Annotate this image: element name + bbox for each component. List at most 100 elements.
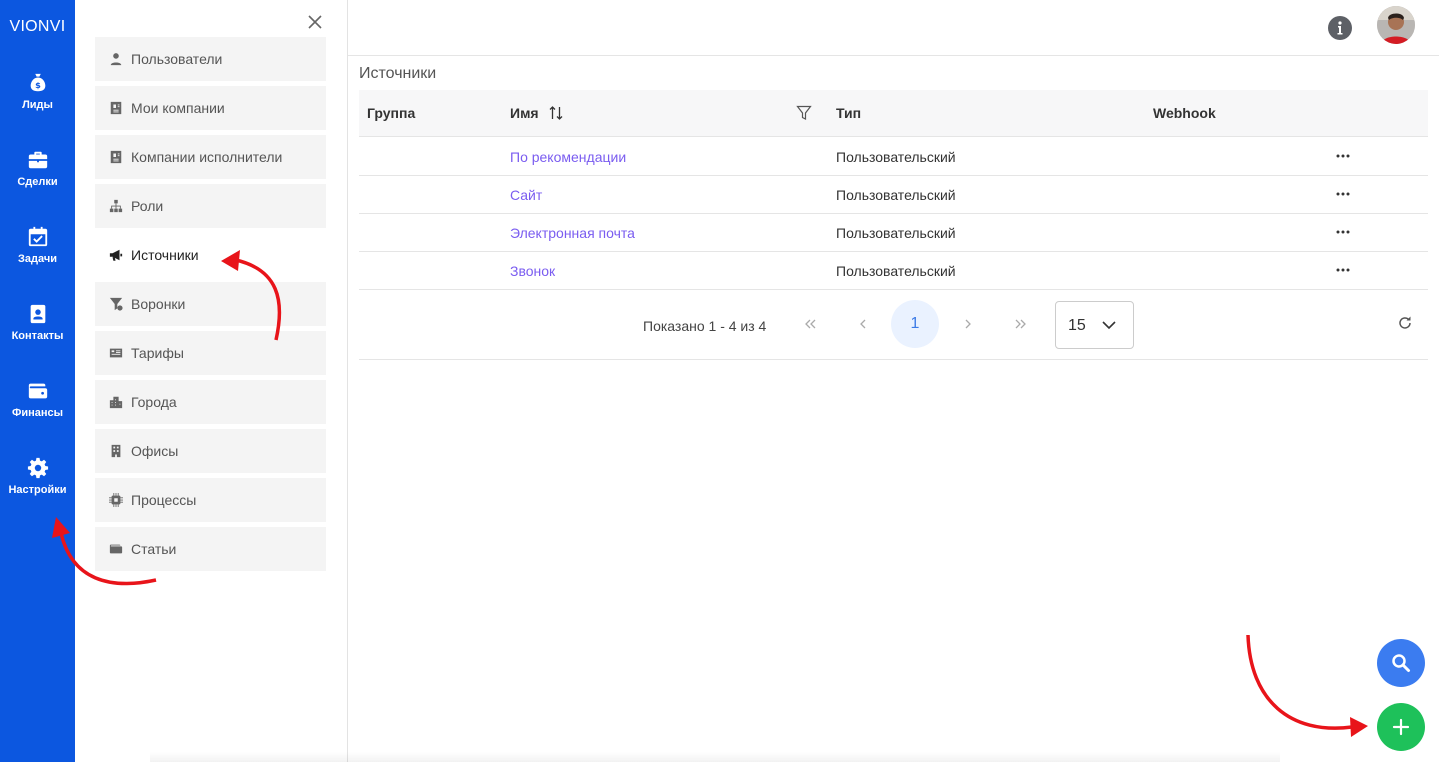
menu-item-users[interactable]: Пользователи xyxy=(95,37,326,81)
table-row: Звонок Пользовательский xyxy=(359,252,1428,290)
menu-item-contractor-companies[interactable]: Компании исполнители xyxy=(95,135,326,179)
chevron-down-icon xyxy=(1102,321,1116,330)
pagination-summary: Показано 1 - 4 из 4 xyxy=(643,318,767,334)
menu-item-offices[interactable]: Офисы xyxy=(95,429,326,473)
nav-deals[interactable]: Сделки xyxy=(0,149,75,213)
funnel-icon xyxy=(109,297,123,311)
menu-item-label: Компании исполнители xyxy=(131,149,283,165)
menu-item-label: Пользователи xyxy=(131,51,223,67)
nav-finance-label: Финансы xyxy=(11,407,64,419)
calendar-check-icon xyxy=(28,226,47,247)
info-icon[interactable] xyxy=(1328,16,1352,40)
column-header-type[interactable]: Тип xyxy=(836,105,861,121)
last-page-icon[interactable] xyxy=(1005,313,1035,335)
nav-settings-label: Настройки xyxy=(8,484,67,496)
close-icon[interactable] xyxy=(305,12,325,32)
search-fab-button[interactable] xyxy=(1377,639,1425,687)
svg-text:$: $ xyxy=(35,80,41,90)
table-header: Группа Имя Тип Webhook xyxy=(359,90,1428,137)
more-actions-icon[interactable] xyxy=(1331,224,1355,240)
gear-icon xyxy=(27,457,48,479)
bottom-shadow xyxy=(150,752,1280,762)
menu-item-label: Источники xyxy=(131,247,199,263)
menu-item-label: Города xyxy=(131,394,177,410)
nav-leads[interactable]: $ Лиды xyxy=(0,72,75,136)
more-actions-icon[interactable] xyxy=(1331,262,1355,278)
briefcase-icon xyxy=(28,151,47,169)
menu-item-sources[interactable]: Источники xyxy=(95,233,326,277)
source-type: Пользовательский xyxy=(836,187,956,203)
source-type: Пользовательский xyxy=(836,149,956,165)
menu-item-articles[interactable]: Статьи xyxy=(95,527,326,571)
plus-icon xyxy=(1392,718,1410,736)
next-page-icon[interactable] xyxy=(953,313,983,335)
menu-item-label: Процессы xyxy=(131,492,197,508)
id-card-icon xyxy=(110,101,122,115)
column-header-webhook[interactable]: Webhook xyxy=(1153,105,1216,121)
first-page-icon[interactable] xyxy=(796,313,826,335)
menu-item-cities[interactable]: Города xyxy=(95,380,326,424)
wallet-icon xyxy=(109,544,123,554)
menu-item-my-companies[interactable]: Мои компании xyxy=(95,86,326,130)
menu-item-label: Роли xyxy=(131,198,164,214)
user-avatar[interactable] xyxy=(1377,6,1415,44)
nav-finance[interactable]: Финансы xyxy=(0,380,75,444)
money-bag-icon: $ xyxy=(30,73,45,92)
menu-item-label: Офисы xyxy=(131,443,179,459)
more-actions-icon[interactable] xyxy=(1331,148,1355,164)
menu-item-label: Статьи xyxy=(131,541,177,557)
more-actions-icon[interactable] xyxy=(1331,186,1355,202)
top-bar xyxy=(348,0,1439,56)
nav-settings[interactable]: Настройки xyxy=(0,457,75,521)
nav-contacts[interactable]: Контакты xyxy=(0,303,75,367)
wallet-icon xyxy=(28,383,47,399)
source-type: Пользовательский xyxy=(836,225,956,241)
refresh-icon[interactable] xyxy=(1397,315,1413,331)
hierarchy-icon xyxy=(109,199,123,213)
current-page-button[interactable]: 1 xyxy=(891,300,939,348)
menu-item-label: Мои компании xyxy=(131,100,225,116)
nav-deals-label: Сделки xyxy=(17,176,58,188)
source-name-link[interactable]: Сайт xyxy=(510,187,542,203)
filter-icon[interactable] xyxy=(796,105,812,121)
menu-item-processes[interactable]: Процессы xyxy=(95,478,326,522)
pagination-bar: Показано 1 - 4 из 4 1 15 xyxy=(359,299,1428,360)
page-size-select[interactable]: 15 xyxy=(1055,301,1134,349)
nav-tasks-label: Задачи xyxy=(18,253,57,265)
settings-menu: Пользователи Мои компании Компании испол… xyxy=(75,0,348,762)
source-name-link[interactable]: Электронная почта xyxy=(510,225,635,241)
user-icon xyxy=(110,53,122,66)
source-type: Пользовательский xyxy=(836,263,956,279)
megaphone-icon xyxy=(109,249,123,261)
search-icon xyxy=(1392,654,1410,672)
brand-logo: VIONVI xyxy=(9,18,66,35)
building-icon xyxy=(111,444,121,458)
app: VIONVI $ Лиды Сделки Задачи Контакты Фин… xyxy=(0,0,1439,762)
menu-item-tariffs[interactable]: Тарифы xyxy=(95,331,326,375)
sort-icon[interactable] xyxy=(548,105,564,121)
menu-item-label: Тарифы xyxy=(131,345,184,361)
main-nav-rail: VIONVI $ Лиды Сделки Задачи Контакты Фин… xyxy=(0,0,75,762)
menu-item-label: Воронки xyxy=(131,296,186,312)
nav-contacts-label: Контакты xyxy=(11,330,64,342)
add-source-fab-button[interactable] xyxy=(1377,703,1425,751)
prev-page-icon[interactable] xyxy=(848,313,878,335)
table-row: По рекомендации Пользовательский xyxy=(359,138,1428,176)
nav-tasks[interactable]: Задачи xyxy=(0,226,75,290)
table-row: Сайт Пользовательский xyxy=(359,176,1428,214)
menu-item-funnels[interactable]: Воронки xyxy=(95,282,326,326)
column-header-group[interactable]: Группа xyxy=(367,105,415,121)
source-name-link[interactable]: По рекомендации xyxy=(510,149,626,165)
column-header-name[interactable]: Имя xyxy=(510,105,539,121)
arrow-to-add-button xyxy=(1246,634,1368,737)
menu-item-roles[interactable]: Роли xyxy=(95,184,326,228)
source-name-link[interactable]: Звонок xyxy=(510,263,555,279)
price-list-icon xyxy=(109,348,123,358)
contact-book-icon xyxy=(30,304,45,324)
page-size-value: 15 xyxy=(1068,317,1086,334)
page-title: Источники xyxy=(359,65,437,82)
city-icon xyxy=(109,396,123,409)
table-row: Электронная почта Пользовательский xyxy=(359,214,1428,252)
id-card-icon xyxy=(110,150,122,164)
nav-leads-label: Лиды xyxy=(22,99,53,111)
